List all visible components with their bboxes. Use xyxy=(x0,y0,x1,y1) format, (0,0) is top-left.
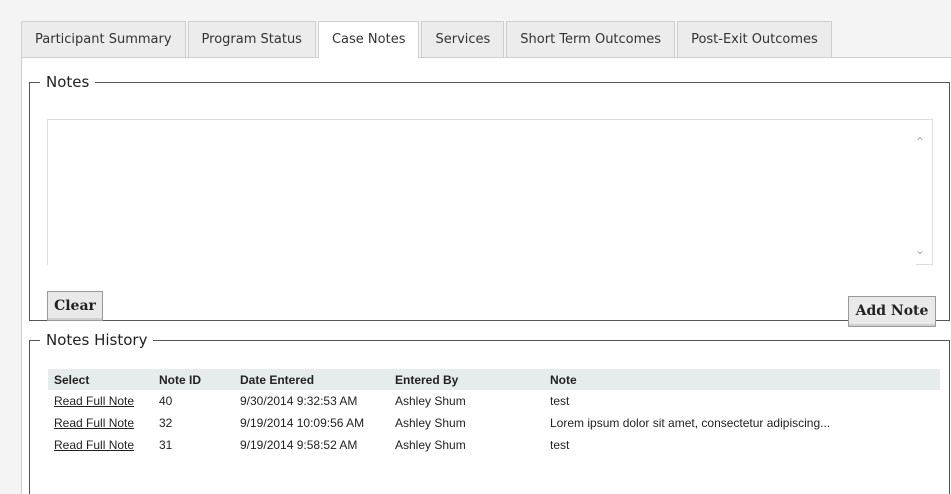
entered-by-cell: Ashley Shum xyxy=(395,438,466,452)
date-entered-cell: 9/19/2014 9:58:52 AM xyxy=(240,438,358,452)
notes-fieldset: Notes ⌃ ⌄ Clear Add Note xyxy=(29,73,950,327)
tab-participant-summary[interactable]: Participant Summary xyxy=(21,21,186,57)
notes-textarea[interactable] xyxy=(48,120,916,268)
app-window: Participant Summary Program Status Case … xyxy=(0,0,951,494)
tab-services[interactable]: Services xyxy=(421,21,505,57)
notes-legend: Notes xyxy=(40,73,96,91)
case-notes-panel: Notes ⌃ ⌄ Clear Add Note Notes History S… xyxy=(21,57,951,494)
tab-short-term-outcomes[interactable]: Short Term Outcomes xyxy=(506,21,676,57)
date-entered-cell: 9/30/2014 9:32:53 AM xyxy=(240,394,358,408)
add-note-button[interactable]: Add Note xyxy=(848,296,936,327)
table-row: Read Full Note 40 9/30/2014 9:32:53 AM A… xyxy=(48,390,940,412)
read-full-note-link[interactable]: Read Full Note xyxy=(54,438,134,452)
note-cell: test xyxy=(550,438,570,452)
entered-by-cell: Ashley Shum xyxy=(395,394,466,408)
scroll-up-icon[interactable]: ⌃ xyxy=(914,136,926,148)
clear-button[interactable]: Clear xyxy=(47,291,103,321)
column-header-note: Note xyxy=(544,369,940,390)
note-id-cell: 31 xyxy=(159,438,173,452)
entered-by-cell: Ashley Shum xyxy=(395,416,466,430)
column-header-note-id: Note ID xyxy=(153,369,234,390)
note-id-cell: 40 xyxy=(159,394,173,408)
table-header-row: Select Note ID Date Entered Entered By N… xyxy=(48,369,940,390)
table-row: Read Full Note 31 9/19/2014 9:58:52 AM A… xyxy=(48,434,940,456)
tab-program-status[interactable]: Program Status xyxy=(187,21,316,57)
notes-history-table: Select Note ID Date Entered Entered By N… xyxy=(48,369,940,456)
scroll-down-icon[interactable]: ⌄ xyxy=(914,244,926,256)
date-entered-cell: 9/19/2014 10:09:56 AM xyxy=(240,416,365,430)
note-cell: Lorem ipsum dolor sit amet, consectetur … xyxy=(550,416,831,430)
table-row: Read Full Note 32 9/19/2014 10:09:56 AM … xyxy=(48,412,940,434)
notes-textarea-box: ⌃ ⌄ xyxy=(47,119,933,268)
column-header-select: Select xyxy=(48,369,153,390)
tab-post-exit-outcomes[interactable]: Post-Exit Outcomes xyxy=(677,21,832,57)
note-cell: test xyxy=(550,394,570,408)
read-full-note-link[interactable]: Read Full Note xyxy=(54,394,134,408)
column-header-entered-by: Entered By xyxy=(389,369,544,390)
read-full-note-link[interactable]: Read Full Note xyxy=(54,416,134,430)
notes-history-legend: Notes History xyxy=(40,331,154,349)
tab-bar: Participant Summary Program Status Case … xyxy=(21,21,832,58)
column-header-date-entered: Date Entered xyxy=(234,369,389,390)
tab-case-notes[interactable]: Case Notes xyxy=(317,21,420,58)
note-id-cell: 32 xyxy=(159,416,173,430)
notes-history-fieldset: Notes History Select Note ID Date Entere… xyxy=(29,331,950,494)
